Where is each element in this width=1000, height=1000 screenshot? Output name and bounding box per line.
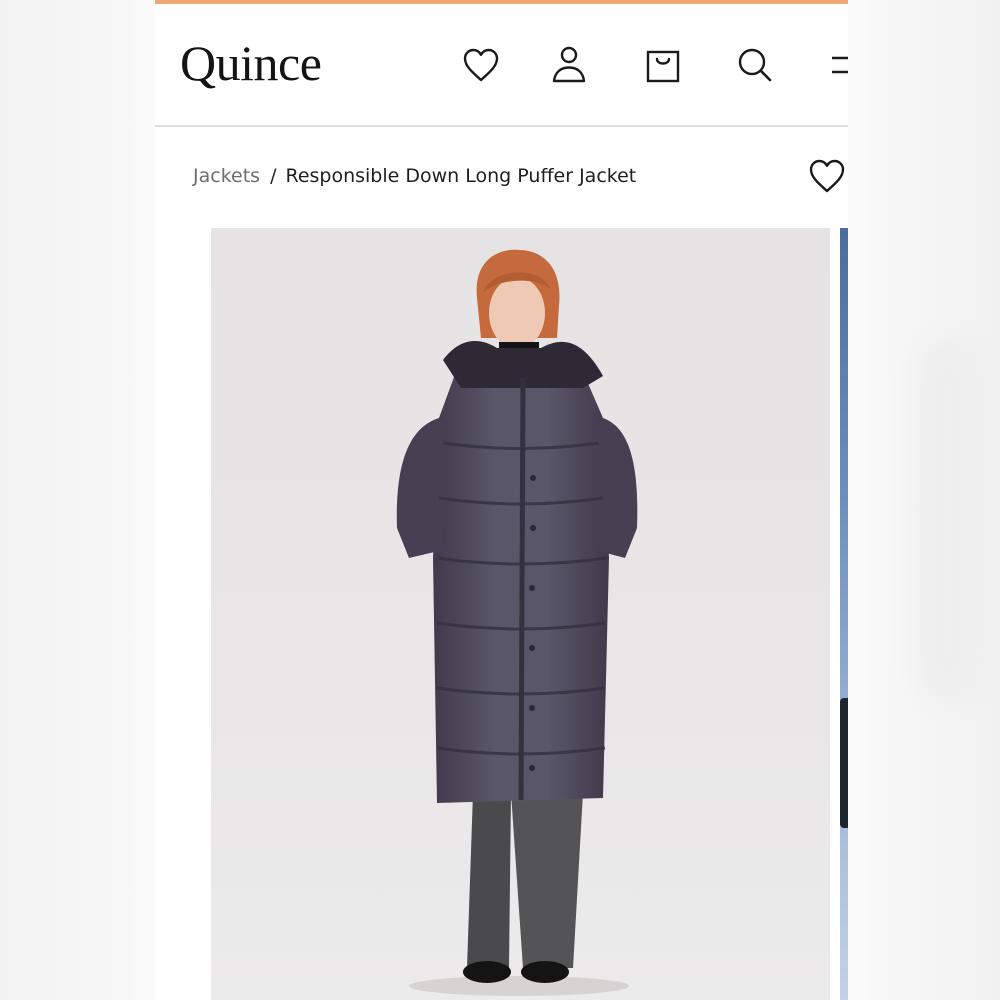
breadcrumb: Jackets / Responsible Down Long Puffer J… <box>193 160 636 192</box>
shopping-bag-icon <box>646 50 680 83</box>
next-product-image-peek[interactable] <box>840 228 848 1000</box>
menu-icon <box>832 56 848 74</box>
wishlist-button[interactable] <box>460 43 502 87</box>
search-icon <box>738 48 772 82</box>
heart-icon <box>809 159 845 193</box>
blurred-backdrop-left <box>0 0 155 1000</box>
blurred-backdrop-right <box>848 0 1000 1000</box>
mobile-page: Quince Jackets / Responsible Down Long P… <box>155 0 848 1000</box>
site-header: Quince <box>155 4 848 127</box>
product-wishlist-button[interactable] <box>807 156 847 196</box>
product-image[interactable] <box>211 228 830 1000</box>
blurred-figure <box>918 340 978 700</box>
account-button[interactable] <box>548 43 590 87</box>
menu-button[interactable] <box>823 43 848 87</box>
breadcrumb-link-jackets[interactable]: Jackets <box>193 165 260 187</box>
user-icon <box>552 46 586 83</box>
breadcrumb-current-page: Responsible Down Long Puffer Jacket <box>285 165 637 187</box>
search-button[interactable] <box>734 43 776 87</box>
brand-logo[interactable]: Quince <box>180 32 322 94</box>
cart-button[interactable] <box>642 43 684 87</box>
breadcrumb-separator: / <box>270 165 277 187</box>
product-photo-model <box>396 249 638 996</box>
heart-icon <box>463 48 499 82</box>
